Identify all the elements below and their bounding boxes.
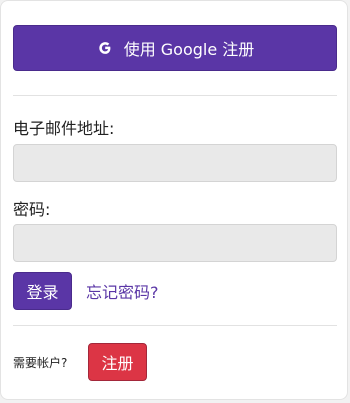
bottom-divider <box>13 325 337 326</box>
email-label: 电子邮件地址: <box>13 119 115 138</box>
email-field[interactable] <box>13 144 337 182</box>
forgot-password-link[interactable]: 忘记密码? <box>86 279 159 303</box>
google-signup-button[interactable]: 使用 Google 注册 <box>13 25 337 71</box>
password-label: 密码: <box>13 200 51 219</box>
top-divider <box>13 95 337 96</box>
register-button[interactable]: 注册 <box>88 343 147 381</box>
signup-card: 使用 Google 注册 电子邮件地址: 密码: 登录 忘记密码? 需要帐户? … <box>0 0 348 400</box>
password-field[interactable] <box>13 224 337 262</box>
need-account-text: 需要帐户? <box>13 356 68 370</box>
login-button[interactable]: 登录 <box>13 272 72 310</box>
google-icon <box>96 39 114 57</box>
google-signup-label: 使用 Google 注册 <box>123 40 255 59</box>
